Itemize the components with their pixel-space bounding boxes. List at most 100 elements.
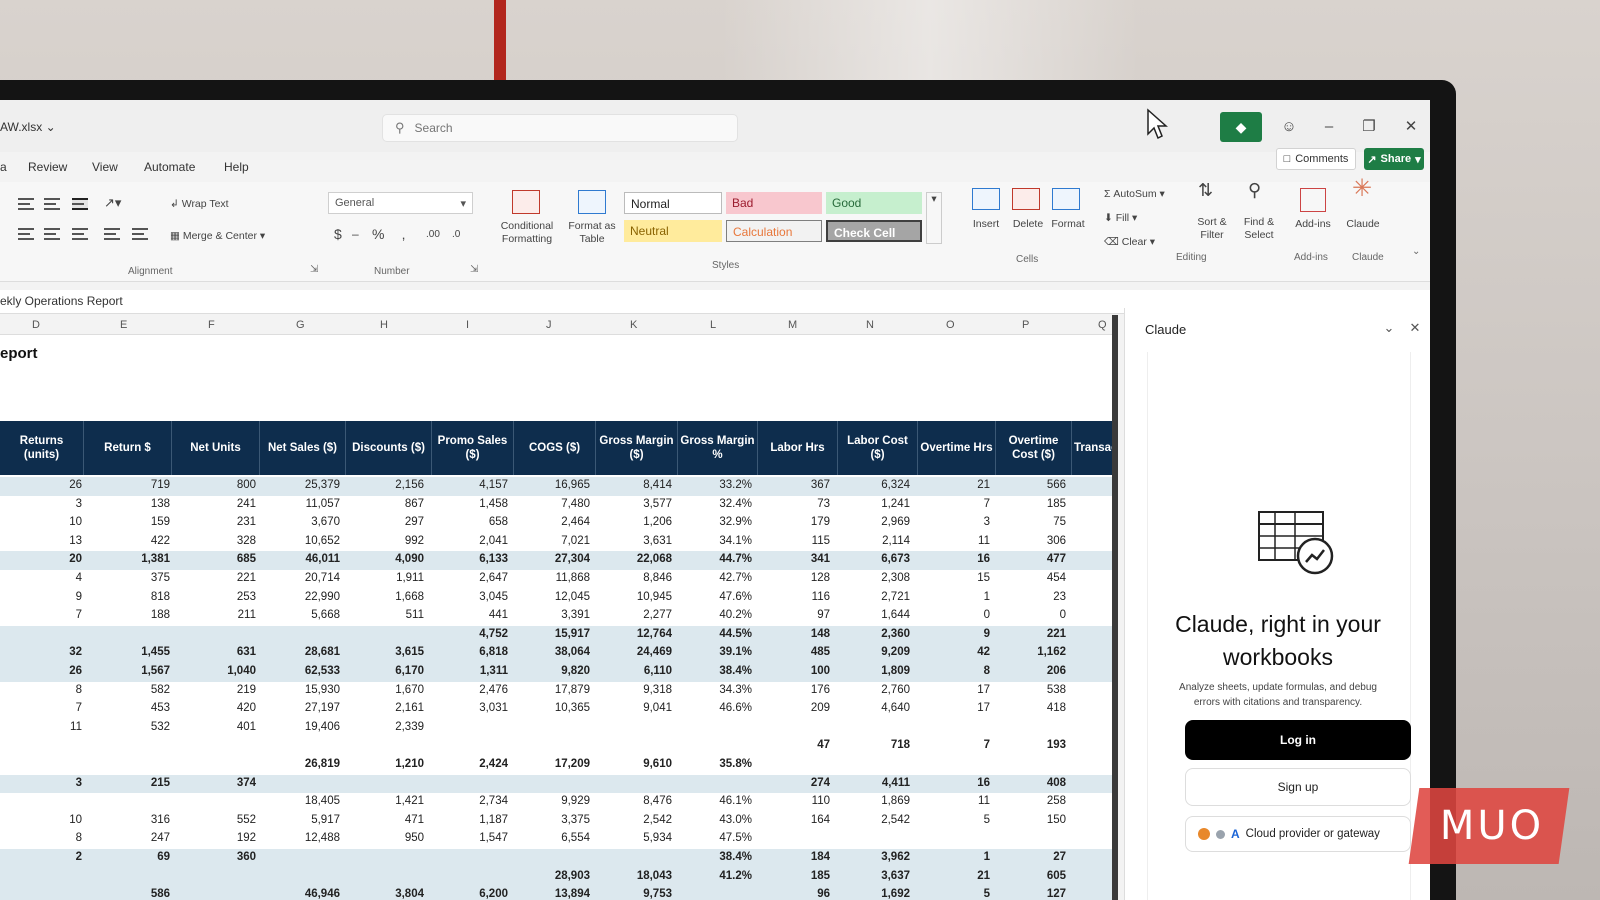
table-cell[interactable]: 221	[237, 572, 256, 584]
table-cell[interactable]: 2,969	[881, 516, 910, 528]
table-cell[interactable]: 15,930	[305, 684, 340, 696]
table-row[interactable]: 18,405 1,421 2,734 9,929 8,476 46.1% 110 1,869 1…	[0, 793, 1118, 812]
table-cell[interactable]: 5,917	[311, 814, 340, 826]
table-cell[interactable]: 38,064	[555, 646, 590, 658]
table-cell[interactable]: 4,157	[479, 479, 508, 491]
column-header[interactable]: O	[946, 319, 955, 331]
table-cell[interactable]: 185	[811, 870, 830, 882]
table-cell[interactable]: 605	[1047, 870, 1066, 882]
table-cell[interactable]: 47.5%	[719, 832, 752, 844]
table-cell[interactable]: 34.1%	[719, 535, 752, 547]
table-cell[interactable]: 179	[811, 516, 830, 528]
table-cell[interactable]: 34.3%	[719, 684, 752, 696]
table-cell[interactable]: 3	[76, 777, 82, 789]
table-cell[interactable]: 40.2%	[719, 609, 752, 621]
table-cell[interactable]: 11,868	[556, 572, 590, 584]
table-row[interactable]: 4 375 221 20,714 1,911 2,647 11,868 8,846 42.7% 1…	[0, 570, 1118, 589]
table-cell[interactable]: 116	[812, 591, 830, 603]
tab-automate[interactable]: Automate	[144, 160, 195, 174]
table-cell[interactable]: 5	[984, 888, 990, 900]
table-cell[interactable]: 27	[1053, 851, 1066, 863]
table-row[interactable]: 26,819 1,210 2,424 17,209 9,610 35.8%	[0, 756, 1118, 775]
table-cell[interactable]: 0	[1060, 609, 1066, 621]
column-header[interactable]: J	[546, 319, 552, 331]
table-cell[interactable]: 441	[489, 609, 508, 621]
style-good[interactable]: Good	[826, 192, 922, 214]
table-header-cell[interactable]: Gross Margin %	[678, 421, 758, 475]
table-cell[interactable]: 7	[984, 739, 990, 751]
table-cell[interactable]: 2,156	[395, 479, 424, 491]
table-cell[interactable]: 23	[1053, 591, 1066, 603]
style-normal[interactable]: Normal	[624, 192, 722, 214]
table-cell[interactable]: 96	[817, 888, 830, 900]
table-row[interactable]: 2 69 360 38.4% 184 3,962 1 27	[0, 849, 1118, 868]
table-cell[interactable]: 164	[811, 814, 830, 826]
table-cell[interactable]: 0	[984, 609, 990, 621]
table-cell[interactable]: 24,469	[637, 646, 672, 658]
table-cell[interactable]: 15,917	[555, 628, 590, 640]
table-cell[interactable]: 306	[1047, 535, 1066, 547]
table-cell[interactable]: 6,818	[479, 646, 508, 658]
vertical-scrollbar[interactable]	[1112, 315, 1118, 900]
table-cell[interactable]: 1,809	[881, 665, 910, 677]
table-cell[interactable]: 115	[812, 535, 830, 547]
table-cell[interactable]: 184	[811, 851, 830, 863]
table-row[interactable]: 9 818 253 22,990 1,668 3,045 12,045 10,945 47.6%…	[0, 589, 1118, 608]
table-cell[interactable]: 1,421	[395, 795, 424, 807]
table-cell[interactable]: 32.9%	[719, 516, 752, 528]
table-cell[interactable]: 188	[151, 609, 170, 621]
table-cell[interactable]: 2,114	[882, 535, 910, 547]
table-cell[interactable]: 818	[151, 591, 170, 603]
table-cell[interactable]: 274	[811, 777, 830, 789]
table-cell[interactable]: 422	[151, 535, 170, 547]
spreadsheet-grid[interactable]: D E F G H I J K L M N O P Q eport Return…	[0, 315, 1118, 900]
table-cell[interactable]: 9,610	[643, 758, 672, 770]
column-header[interactable]: P	[1022, 319, 1029, 331]
table-header-cell[interactable]: Return $	[84, 421, 172, 475]
table-row[interactable]: 4,752 15,917 12,764 44.5% 148 2,360 9 221	[0, 625, 1118, 645]
table-cell[interactable]: 16	[977, 553, 990, 565]
table-cell[interactable]: 2,424	[479, 758, 508, 770]
table-cell[interactable]: 17,879	[555, 684, 590, 696]
table-cell[interactable]: 26	[69, 479, 82, 491]
table-header-cell[interactable]: Returns (units)	[0, 421, 84, 475]
style-bad[interactable]: Bad	[726, 192, 822, 214]
table-row[interactable]: 10 316 552 5,917 471 1,187 3,375 2,542 43.0% 164 2…	[0, 812, 1118, 831]
table-cell[interactable]: 38.4%	[719, 851, 752, 863]
table-row[interactable]: 586 46,946 3,804 6,200 13,894 9,753 96 1,692 5 12…	[0, 886, 1118, 900]
decrease-decimal-icon[interactable]: .0	[452, 228, 460, 241]
table-cell[interactable]: 586	[151, 888, 170, 900]
find-select-button[interactable]: Find & Select	[1238, 216, 1280, 242]
table-cell[interactable]: 1,311	[480, 665, 508, 677]
align-middle-icon[interactable]	[44, 198, 60, 210]
table-row[interactable]: 11 532 401 19,406 2,339	[0, 719, 1118, 738]
format-as-table-button[interactable]: Format as Table	[566, 220, 618, 246]
table-cell[interactable]: 16,965	[555, 479, 590, 491]
table-cell[interactable]: 5,668	[311, 609, 340, 621]
table-cell[interactable]: 11	[978, 795, 990, 807]
table-row[interactable]: 3 138 241 11,057 867 1,458 7,480 3,577 32.4% 73 1,…	[0, 496, 1118, 515]
table-cell[interactable]: 2	[76, 851, 82, 863]
table-cell[interactable]: 4,752	[479, 628, 508, 640]
increase-indent-icon[interactable]	[132, 228, 148, 240]
table-cell[interactable]: 3	[76, 498, 82, 510]
table-header-cell[interactable]: Overtime Cost ($)	[996, 421, 1072, 475]
table-cell[interactable]: 6,324	[881, 479, 910, 491]
table-cell[interactable]: 19,406	[305, 721, 340, 733]
table-cell[interactable]: 231	[237, 516, 256, 528]
ribbon-collapse-icon[interactable]: ⌄	[1412, 246, 1420, 257]
close-window-button[interactable]: ✕	[1398, 114, 1424, 138]
table-cell[interactable]: 2,734	[479, 795, 508, 807]
table-cell[interactable]: 328	[237, 535, 256, 547]
table-row[interactable]: 7 453 420 27,197 2,161 3,031 10,365 9,041 46.6% 2…	[0, 700, 1118, 719]
table-cell[interactable]: 9,041	[643, 702, 672, 714]
table-cell[interactable]: 1,869	[881, 795, 910, 807]
table-cell[interactable]: 69	[157, 851, 170, 863]
table-cell[interactable]: 39.1%	[719, 646, 752, 658]
table-cell[interactable]: 7	[984, 498, 990, 510]
table-row[interactable]: 13 422 328 10,652 992 2,041 7,021 3,631 34.1% 115…	[0, 533, 1118, 552]
table-cell[interactable]: 12,488	[305, 832, 340, 844]
table-cell[interactable]: 219	[237, 684, 256, 696]
table-cell[interactable]: 27,304	[555, 553, 590, 565]
table-cell[interactable]: 631	[237, 646, 256, 658]
